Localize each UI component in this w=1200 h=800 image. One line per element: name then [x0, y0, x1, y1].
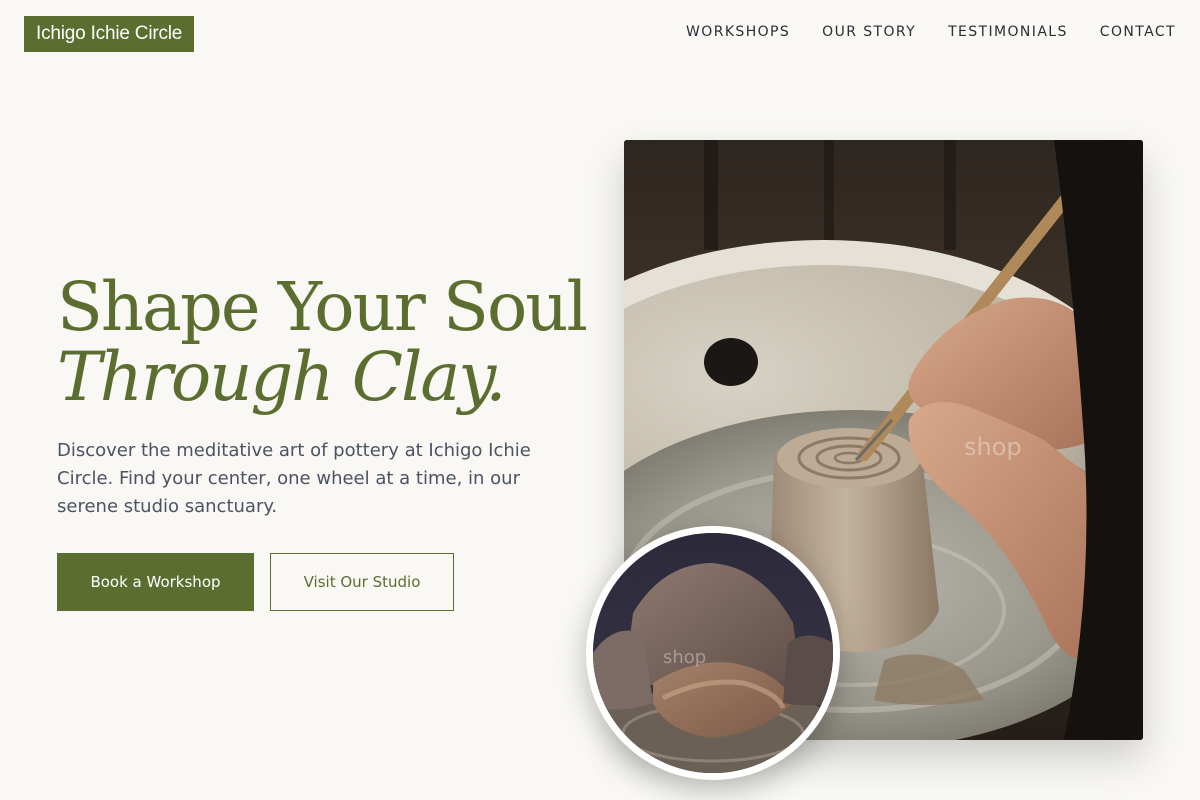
hero-title-line1: Shape Your Soul — [57, 268, 588, 346]
hero-description: Discover the meditative art of pottery a… — [57, 440, 531, 517]
main-nav: WORKSHOPS OUR STORY TESTIMONIALS CONTACT — [686, 24, 1176, 40]
nav-workshops[interactable]: WORKSHOPS — [686, 24, 790, 40]
nav-contact[interactable]: CONTACT — [1100, 24, 1176, 40]
brand-logo[interactable]: Ichigo Ichie Circle — [24, 16, 195, 52]
hands-on-clay-photo-frame: shop — [586, 526, 840, 780]
hero-title: Shape Your Soul Through Clay. — [57, 272, 588, 416]
nav-testimonials[interactable]: TESTIMONIALS — [948, 24, 1068, 40]
nav-our-story[interactable]: OUR STORY — [822, 24, 916, 40]
brand-name: Ichigo Ichie Circle — [36, 23, 183, 44]
hero-title-line2: Through Clay. — [57, 338, 507, 416]
hands-on-clay-photo: shop — [593, 533, 833, 773]
watermark-text: shop — [964, 433, 1022, 461]
circle-watermark-text: shop — [663, 647, 706, 668]
book-workshop-button[interactable]: Book a Workshop — [57, 553, 254, 611]
visit-studio-button[interactable]: Visit Our Studio — [270, 553, 454, 611]
